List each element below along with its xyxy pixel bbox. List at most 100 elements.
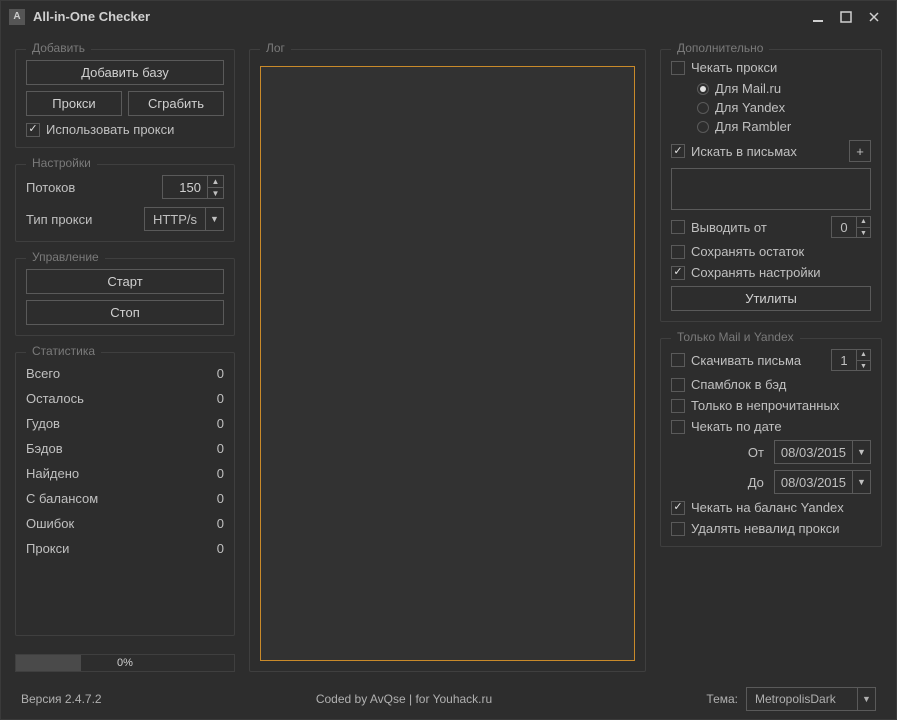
add-base-button[interactable]: Добавить базу [26, 60, 224, 85]
log-group: Лог [249, 49, 646, 672]
extra-group: Дополнительно Чекать прокси Для Mail.ru … [660, 49, 882, 322]
date-from-picker[interactable]: 08/03/2015 ▼ [774, 440, 871, 464]
credit-label: Coded by AvQse | for Youhack.ru [102, 692, 707, 706]
utilities-button[interactable]: Утилиты [671, 286, 871, 311]
stat-value: 0 [217, 391, 224, 406]
save-remain-label: Сохранять остаток [691, 244, 804, 259]
theme-value: MetropolisDark [747, 692, 857, 706]
progress-label: 0% [16, 655, 234, 671]
grab-button[interactable]: Сграбить [128, 91, 224, 116]
settings-group: Настройки Потоков 150 ▲ ▼ Тип прокси HTT… [15, 164, 235, 242]
dl-up-icon[interactable]: ▲ [856, 349, 870, 360]
save-remain-checkbox[interactable]: Сохранять остаток [671, 244, 871, 259]
output-from-label: Выводить от [691, 220, 767, 235]
log-legend: Лог [260, 41, 291, 55]
progress-bar: 0% [15, 654, 235, 672]
output-from-checkbox[interactable]: Выводить от [671, 220, 767, 235]
download-letters-checkbox[interactable]: Скачивать письма [671, 353, 801, 368]
stat-value: 0 [217, 366, 224, 381]
stat-value: 0 [217, 491, 224, 506]
stat-label: Осталось [26, 391, 84, 406]
output-down-icon[interactable]: ▼ [856, 227, 870, 238]
chevron-down-icon: ▼ [857, 688, 875, 710]
proxy-type-value: HTTP/s [145, 212, 205, 227]
check-by-date-checkbox[interactable]: Чекать по дате [671, 419, 871, 434]
window-title: All-in-One Checker [33, 9, 150, 24]
stat-row: Найдено 0 [26, 463, 224, 484]
proxy-button[interactable]: Прокси [26, 91, 122, 116]
app-icon: A [9, 9, 25, 25]
titlebar: A All-in-One Checker [1, 1, 896, 33]
stat-row: Осталось 0 [26, 388, 224, 409]
check-balance-label: Чекать на баланс Yandex [691, 500, 844, 515]
add-legend: Добавить [26, 41, 91, 55]
delete-invalid-label: Удалять невалид прокси [691, 521, 840, 536]
stat-label: Гудов [26, 416, 60, 431]
stat-row: Бэдов 0 [26, 438, 224, 459]
stat-label: Найдено [26, 466, 79, 481]
check-balance-checkbox[interactable]: ✓ Чекать на баланс Yandex [671, 500, 871, 515]
stat-label: Ошибок [26, 516, 74, 531]
minimize-button[interactable] [804, 3, 832, 31]
only-unread-checkbox[interactable]: Только в непрочитанных [671, 398, 871, 413]
date-to-picker[interactable]: 08/03/2015 ▼ [774, 470, 871, 494]
threads-down-icon[interactable]: ▼ [207, 187, 223, 199]
stat-label: Всего [26, 366, 60, 381]
mail-yandex-legend: Только Mail и Yandex [671, 330, 800, 344]
date-from-value: 08/03/2015 [775, 445, 852, 460]
stat-value: 0 [217, 441, 224, 456]
stat-row: Гудов 0 [26, 413, 224, 434]
stat-row: С балансом 0 [26, 488, 224, 509]
stat-row: Ошибок0 [26, 513, 224, 534]
spamblock-label: Спамблок в бэд [691, 377, 786, 392]
search-letters-checkbox[interactable]: ✓ Искать в письмах [671, 144, 797, 159]
log-textarea[interactable] [260, 66, 635, 661]
search-terms-input[interactable] [671, 168, 871, 210]
save-settings-label: Сохранять настройки [691, 265, 821, 280]
stop-button[interactable]: Стоп [26, 300, 224, 325]
download-count-stepper[interactable]: 1 ▲ ▼ [831, 349, 871, 371]
output-from-stepper[interactable]: 0 ▲ ▼ [831, 216, 871, 238]
for-mail-radio[interactable]: Для Mail.ru [697, 81, 871, 96]
stat-label: Бэдов [26, 441, 63, 456]
for-rambler-radio[interactable]: Для Rambler [697, 119, 871, 134]
use-proxy-checkbox[interactable]: ✓ Использовать прокси [26, 122, 224, 137]
stat-value: 0 [217, 466, 224, 481]
plus-button[interactable]: + [849, 140, 871, 162]
search-letters-label: Искать в письмах [691, 144, 797, 159]
close-button[interactable] [860, 3, 888, 31]
stat-row: Всего 0 [26, 363, 224, 384]
output-up-icon[interactable]: ▲ [856, 216, 870, 227]
maximize-button[interactable] [832, 3, 860, 31]
stat-value: 0 [217, 416, 224, 431]
chevron-down-icon: ▼ [852, 471, 870, 493]
check-proxy-checkbox[interactable]: Чекать прокси [671, 60, 871, 75]
proxy-type-label: Тип прокси [26, 212, 92, 227]
threads-label: Потоков [26, 180, 75, 195]
stats-legend: Статистика [26, 344, 101, 358]
stat-row: Прокси 0 [26, 538, 224, 559]
stat-label: С балансом [26, 491, 98, 506]
control-legend: Управление [26, 250, 105, 264]
only-unread-label: Только в непрочитанных [691, 398, 839, 413]
stat-value: 0 [217, 541, 224, 556]
stat-label: Прокси [26, 541, 69, 556]
threads-up-icon[interactable]: ▲ [207, 175, 223, 187]
footer: Версия 2.4.7.2 Coded by AvQse | for Youh… [1, 678, 896, 719]
threads-stepper[interactable]: 150 ▲ ▼ [162, 175, 224, 199]
for-yandex-label: Для Yandex [715, 100, 785, 115]
date-to-label: До [748, 475, 764, 490]
mail-yandex-group: Только Mail и Yandex Скачивать письма 1 … [660, 338, 882, 547]
proxy-type-select[interactable]: HTTP/s ▼ [144, 207, 224, 231]
spamblock-checkbox[interactable]: Спамблок в бэд [671, 377, 871, 392]
start-button[interactable]: Старт [26, 269, 224, 294]
theme-select[interactable]: MetropolisDark ▼ [746, 687, 876, 711]
date-to-value: 08/03/2015 [775, 475, 852, 490]
delete-invalid-checkbox[interactable]: Удалять невалид прокси [671, 521, 871, 536]
threads-value: 150 [163, 180, 207, 195]
use-proxy-label: Использовать прокси [46, 122, 174, 137]
for-yandex-radio[interactable]: Для Yandex [697, 100, 871, 115]
save-settings-checkbox[interactable]: ✓ Сохранять настройки [671, 265, 871, 280]
dl-down-icon[interactable]: ▼ [856, 360, 870, 371]
control-group: Управление Старт Стоп [15, 258, 235, 336]
